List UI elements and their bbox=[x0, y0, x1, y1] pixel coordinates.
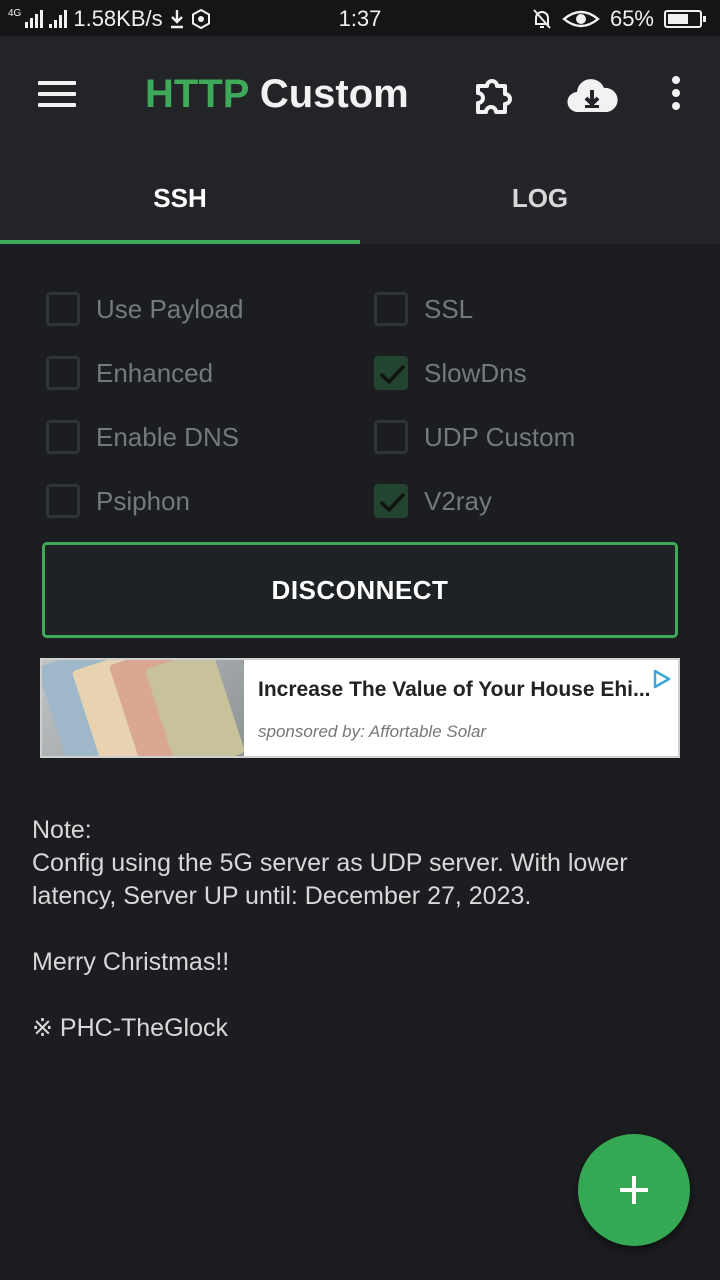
option-udp-custom[interactable]: UDP Custom bbox=[374, 420, 575, 454]
app-title-rest: Custom bbox=[248, 72, 409, 116]
active-tab-indicator bbox=[0, 240, 360, 244]
option-v2ray[interactable]: V2ray bbox=[374, 484, 492, 518]
ad-sponsor: sponsored by: Affortable Solar bbox=[258, 722, 487, 741]
option-label: SSL bbox=[424, 293, 474, 324]
udp-custom-checkbox[interactable] bbox=[374, 420, 408, 454]
more-vert-icon[interactable] bbox=[666, 76, 686, 112]
option-label: Psiphon bbox=[96, 485, 190, 516]
option-enhanced[interactable]: Enhanced bbox=[46, 356, 213, 390]
option-use-payload[interactable]: Use Payload bbox=[46, 292, 243, 326]
cloud-download-icon[interactable] bbox=[566, 76, 618, 116]
option-psiphon[interactable]: Psiphon bbox=[46, 484, 190, 518]
ad-image bbox=[42, 660, 244, 756]
option-label: SlowDns bbox=[424, 357, 527, 388]
status-bar: 4G 1.58KB/s 1:37 65% bbox=[0, 0, 720, 36]
eye-icon bbox=[562, 10, 600, 28]
config-note: Note: Config using the 5G server as UDP … bbox=[32, 814, 692, 1045]
tab-bar: SSH LOG bbox=[0, 160, 720, 244]
option-label: V2ray bbox=[424, 485, 492, 516]
ssl-checkbox[interactable] bbox=[374, 292, 408, 326]
v2ray-checkbox[interactable] bbox=[374, 484, 408, 518]
note-line bbox=[32, 979, 692, 1012]
app-title-accent: HTTP bbox=[145, 72, 249, 116]
status-time: 1:37 bbox=[338, 6, 382, 31]
option-label: Enhanced bbox=[96, 357, 214, 388]
ad-choices-icon[interactable] bbox=[650, 668, 672, 690]
option-label: Enable DNS bbox=[96, 421, 240, 452]
battery-percent: 65% bbox=[609, 6, 654, 31]
option-enable-dns[interactable]: Enable DNS bbox=[46, 420, 239, 454]
tab-ssh[interactable]: SSH bbox=[0, 160, 360, 244]
check-icon bbox=[379, 364, 406, 385]
note-line: Note: bbox=[32, 816, 92, 844]
ad-headline: Increase The Value of Your House Ehi... bbox=[258, 678, 651, 701]
note-line: Config using the 5G server as UDP server… bbox=[32, 849, 628, 910]
option-label: UDP Custom bbox=[424, 421, 576, 452]
puzzle-icon[interactable] bbox=[472, 72, 518, 118]
app-title: HTTP Custom bbox=[145, 72, 409, 117]
app-bar: HTTP Custom SSH LOG bbox=[0, 36, 720, 244]
note-line bbox=[32, 913, 692, 946]
enhanced-checkbox[interactable] bbox=[46, 356, 80, 390]
check-icon bbox=[379, 492, 406, 513]
option-ssl[interactable]: SSL bbox=[374, 292, 473, 326]
option-slowdns[interactable]: SlowDns bbox=[374, 356, 527, 390]
battery-icon bbox=[664, 10, 706, 28]
add-config-button[interactable] bbox=[578, 1134, 690, 1246]
slowdns-checkbox[interactable] bbox=[374, 356, 408, 390]
use-payload-checkbox[interactable] bbox=[46, 292, 80, 326]
disconnect-button[interactable]: DISCONNECT bbox=[42, 542, 678, 638]
enable-dns-checkbox[interactable] bbox=[46, 420, 80, 454]
menu-icon[interactable] bbox=[38, 81, 76, 107]
notifications-off-icon bbox=[533, 9, 551, 29]
note-line: ※ PHC-TheGlock bbox=[32, 1014, 228, 1042]
note-line: Merry Christmas!! bbox=[32, 948, 230, 976]
tab-log[interactable]: LOG bbox=[360, 160, 720, 244]
ad-banner[interactable]: Increase The Value of Your House Ehi... … bbox=[40, 658, 680, 758]
psiphon-checkbox[interactable] bbox=[46, 484, 80, 518]
option-label: Use Payload bbox=[96, 293, 244, 324]
